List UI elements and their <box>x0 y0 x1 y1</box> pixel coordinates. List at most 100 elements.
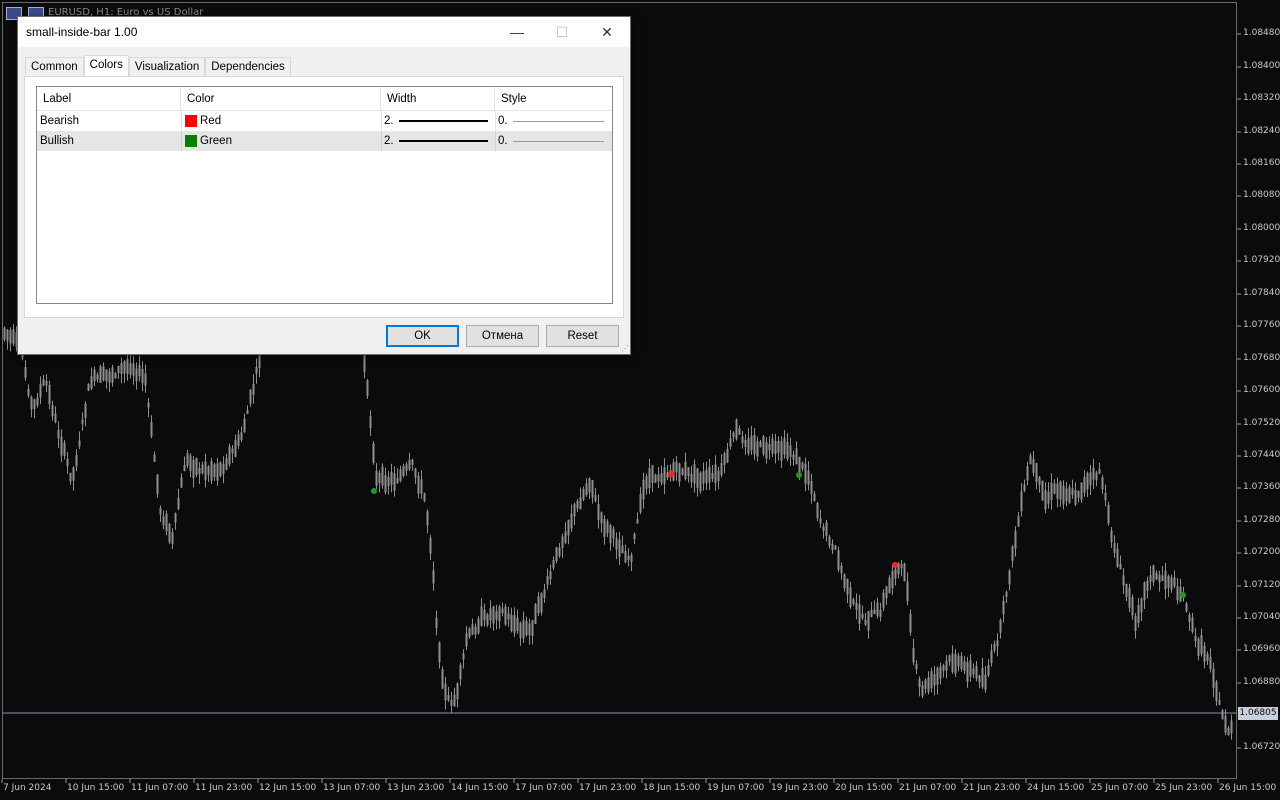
ok-button[interactable]: OK <box>386 325 459 347</box>
candle-body <box>9 330 12 344</box>
candle-body <box>198 468 201 475</box>
candle-body <box>720 463 723 476</box>
candle-body <box>744 439 747 448</box>
candle-body <box>855 602 858 610</box>
candle-body <box>624 551 627 563</box>
candle-body <box>828 536 831 546</box>
close-button[interactable]: ✕ <box>584 17 630 47</box>
row-color-name[interactable]: Green <box>200 131 232 151</box>
candle-body <box>204 461 207 481</box>
candle-body <box>1170 577 1173 590</box>
time-tick-label: 19 Jun 07:00 <box>707 783 765 793</box>
row-style-value[interactable]: 0. <box>498 131 508 151</box>
color-swatch[interactable] <box>185 135 197 147</box>
candle-body <box>948 655 951 662</box>
price-tick-label: 1.07840 <box>1243 288 1280 298</box>
candle-body <box>957 655 960 667</box>
tab-colors[interactable]: Colors <box>83 55 129 77</box>
row-width-value[interactable]: 2. <box>384 111 394 131</box>
candle-body <box>135 368 138 382</box>
candle-body <box>99 366 102 383</box>
resize-grip-icon[interactable]: ⋰ <box>621 344 629 353</box>
candle-body <box>870 609 873 617</box>
candle-body <box>243 418 246 432</box>
candle-body <box>939 666 942 679</box>
dialog-titlebar[interactable]: small-inside-bar 1.00 — ☐ ✕ <box>18 17 630 47</box>
candle-body <box>972 668 975 675</box>
time-tick-label: 21 Jun 07:00 <box>899 783 957 793</box>
candle-body <box>123 361 126 374</box>
price-tick-label: 1.08400 <box>1243 61 1280 71</box>
candle-body <box>1188 614 1191 622</box>
candle-body <box>1194 635 1197 642</box>
candle-body <box>753 435 756 455</box>
minimize-button[interactable]: — <box>494 17 540 47</box>
cancel-button[interactable]: Отмена <box>466 325 539 347</box>
candle-body <box>588 478 591 493</box>
candle-body <box>906 581 909 602</box>
bullish-signal-marker <box>1180 592 1186 598</box>
grid-header: Label Color Width Style <box>37 87 612 111</box>
time-tick-label: 17 Jun 07:00 <box>515 783 573 793</box>
candle-body <box>36 397 39 406</box>
candle-body <box>876 602 879 616</box>
table-row[interactable]: Bullish Green 2. 0. <box>37 131 612 151</box>
tab-common[interactable]: Common <box>25 57 84 77</box>
row-label: Bullish <box>40 135 74 147</box>
reset-button[interactable]: Reset <box>546 325 619 347</box>
column-divider <box>181 111 182 131</box>
candle-body <box>663 467 666 485</box>
candle-body <box>222 463 225 474</box>
row-color-name[interactable]: Red <box>200 111 221 131</box>
candle-body <box>963 661 966 671</box>
color-swatch[interactable] <box>185 115 197 127</box>
candle-body <box>978 675 981 683</box>
indicator-properties-dialog: small-inside-bar 1.00 — ☐ ✕ Common Color… <box>17 16 631 355</box>
price-tick-label: 1.08080 <box>1243 190 1280 200</box>
candle-body <box>546 576 549 585</box>
candle-body <box>858 604 861 624</box>
candle-body <box>1092 467 1095 480</box>
price-tick-label: 1.08160 <box>1243 158 1280 168</box>
candle-body <box>639 493 642 513</box>
candle-body <box>831 543 834 551</box>
row-style-value[interactable]: 0. <box>498 111 508 131</box>
header-width[interactable]: Width <box>381 87 495 110</box>
candle-body <box>384 475 387 493</box>
candle-body <box>774 440 777 455</box>
header-style[interactable]: Style <box>495 87 612 110</box>
candle-body <box>492 606 495 624</box>
candle-body <box>174 513 177 523</box>
candle-body <box>723 453 726 465</box>
candle-body <box>408 459 411 470</box>
bearish-signal-marker <box>668 471 674 477</box>
candle-body <box>840 565 843 574</box>
header-color[interactable]: Color <box>181 87 381 110</box>
candle-body <box>573 503 576 517</box>
candle-body <box>180 477 183 488</box>
candle-body <box>1056 483 1059 499</box>
row-width-value[interactable]: 2. <box>384 131 394 151</box>
candle-body <box>765 442 768 459</box>
tab-visualization[interactable]: Visualization <box>128 57 206 77</box>
candle-body <box>141 368 144 384</box>
candle-body <box>1044 490 1047 510</box>
tab-dependencies[interactable]: Dependencies <box>205 57 291 77</box>
candle-body <box>456 683 459 700</box>
table-row[interactable]: Bearish Red 2. 0. <box>37 111 612 131</box>
candle-body <box>129 363 132 375</box>
price-tick-label: 1.06880 <box>1243 677 1280 687</box>
candle-body <box>1008 570 1011 585</box>
header-label[interactable]: Label <box>37 87 181 110</box>
candle-body <box>489 608 492 621</box>
candle-body <box>162 516 165 526</box>
candle-body <box>159 507 162 515</box>
candle-body <box>846 578 849 595</box>
candle-body <box>39 383 42 398</box>
candle-body <box>1191 617 1194 632</box>
column-divider <box>381 131 382 151</box>
candle-body <box>810 481 813 494</box>
candle-body <box>960 655 963 670</box>
candle-body <box>24 367 27 378</box>
maximize-button[interactable]: ☐ <box>539 17 585 47</box>
